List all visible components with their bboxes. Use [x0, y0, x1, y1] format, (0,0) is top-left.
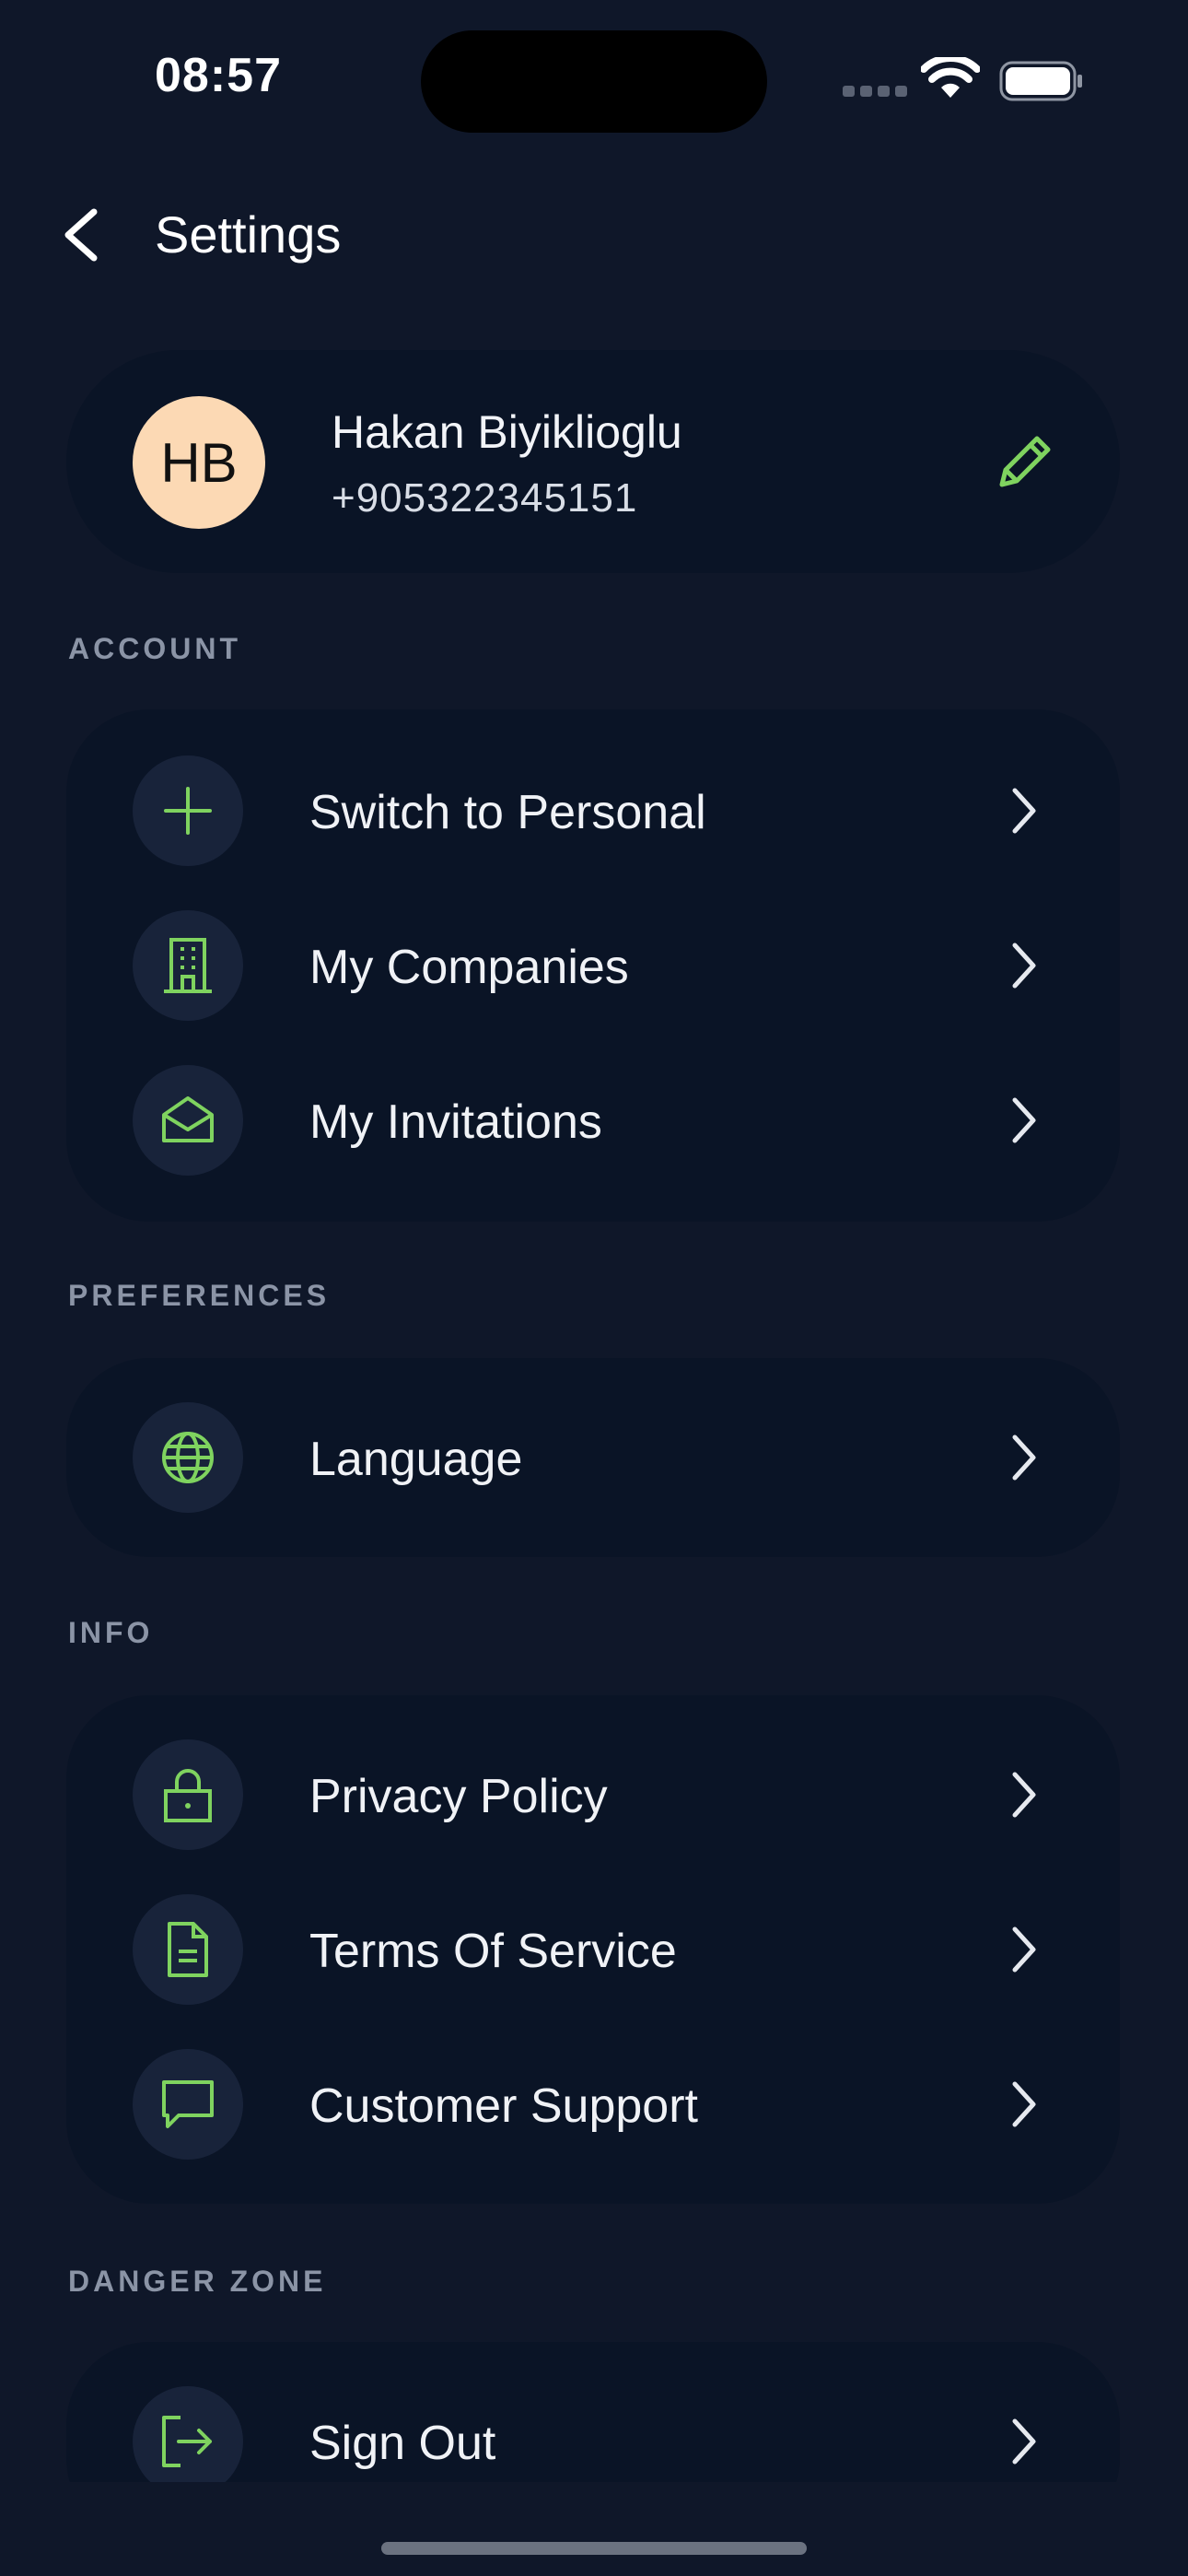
chevron-right-icon	[1012, 943, 1036, 989]
wifi-icon	[921, 57, 980, 98]
chevron-right-icon	[1012, 1097, 1036, 1143]
settings-item-customer-support[interactable]: Customer Support	[66, 2027, 1120, 2182]
chevron-right-icon	[1012, 1772, 1036, 1818]
settings-item-label: Privacy Policy	[309, 1770, 608, 1823]
settings-item-label: My Invitations	[309, 1095, 602, 1149]
chevron-right-icon	[1012, 2418, 1036, 2465]
globe-icon	[133, 1402, 243, 1513]
section-label-preferences: PREFERENCES	[68, 1279, 331, 1312]
settings-item-switch-to-personal[interactable]: Switch to Personal	[66, 733, 1120, 888]
settings-item-label: Terms Of Service	[309, 1925, 677, 1978]
settings-item-language[interactable]: Language	[66, 1380, 1120, 1535]
sign-out-icon	[133, 2386, 243, 2497]
bottom-safe-area	[0, 2482, 1188, 2576]
envelope-open-icon	[133, 1065, 243, 1176]
info-group: Privacy Policy Terms Of Service Customer…	[66, 1695, 1120, 2204]
navigation-bar: Settings	[0, 184, 1188, 286]
settings-item-my-invitations[interactable]: My Invitations	[66, 1043, 1120, 1198]
pencil-icon	[999, 436, 1051, 487]
settings-item-privacy-policy[interactable]: Privacy Policy	[66, 1717, 1120, 1872]
profile-name: Hakan Biyiklioglu	[332, 406, 682, 458]
settings-item-label: Language	[309, 1433, 523, 1486]
chevron-right-icon	[1012, 2081, 1036, 2127]
status-time: 08:57	[155, 49, 282, 102]
dynamic-island	[421, 30, 767, 133]
chevron-right-icon	[1012, 1926, 1036, 1973]
chevron-right-icon	[1012, 1434, 1036, 1481]
profile-phone: +905322345151	[332, 475, 638, 521]
preferences-group: Language	[66, 1358, 1120, 1557]
chevron-left-icon	[64, 208, 98, 262]
battery-icon	[999, 61, 1082, 101]
edit-profile-button[interactable]	[989, 424, 1063, 498]
settings-item-label: Switch to Personal	[309, 786, 706, 839]
settings-item-label: Customer Support	[309, 2079, 698, 2133]
cellular-signal-icon	[843, 86, 907, 97]
status-bar: 08:57	[0, 0, 1188, 157]
plus-icon	[133, 755, 243, 866]
section-label-account: ACCOUNT	[68, 632, 241, 665]
section-label-danger-zone: DANGER ZONE	[68, 2265, 327, 2298]
account-group: Switch to Personal My Companies My Invit…	[66, 709, 1120, 1222]
settings-item-label: My Companies	[309, 941, 629, 994]
chat-bubble-icon	[133, 2049, 243, 2160]
avatar: HB	[133, 396, 265, 529]
profile-card[interactable]: HB Hakan Biyiklioglu +905322345151	[66, 350, 1120, 573]
settings-item-terms-of-service[interactable]: Terms Of Service	[66, 1872, 1120, 2027]
document-icon	[133, 1894, 243, 2005]
building-icon	[133, 910, 243, 1021]
lock-icon	[133, 1739, 243, 1850]
home-indicator[interactable]	[381, 2542, 807, 2555]
section-label-info: INFO	[68, 1616, 154, 1649]
settings-item-label: Sign Out	[309, 2417, 496, 2470]
back-button[interactable]	[55, 203, 111, 267]
chevron-right-icon	[1012, 788, 1036, 834]
page-title: Settings	[155, 205, 342, 263]
settings-item-my-companies[interactable]: My Companies	[66, 888, 1120, 1043]
